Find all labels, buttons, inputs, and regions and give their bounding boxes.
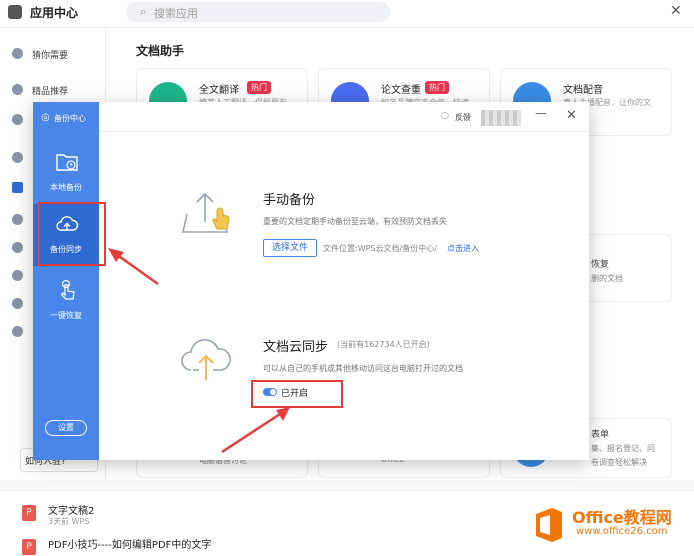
open-location-link[interactable]: 点击进入 (447, 243, 479, 254)
shield-icon (12, 214, 23, 225)
manual-backup-title: 手动备份 (263, 193, 316, 208)
file-location-text: 文件位置:WPS云文档/备份中心/ (323, 244, 437, 253)
cloud-sync-title: 文档云同步 (263, 340, 329, 355)
tool-icon (12, 152, 23, 163)
choose-file-button[interactable]: 选择文件 (263, 239, 317, 257)
card-desc-fragment: 删的文档 (591, 274, 623, 283)
office-logo-icon (536, 508, 562, 542)
heart-icon (12, 48, 23, 59)
card-title: 论文查重 (381, 85, 421, 96)
nav-local-backup[interactable]: 本地备份 (33, 142, 99, 204)
dialog-brand: ◎ 备份中心 (41, 112, 97, 126)
list-item[interactable]: P PDF小技巧----如何编辑PDF中的文字 (22, 535, 422, 556)
more-icon (12, 326, 23, 337)
hot-badge: 热门 (425, 81, 449, 94)
file-name: PDF小技巧----如何编辑PDF中的文字 (48, 540, 212, 551)
cloud-sync-user-count: (当前有162734人已开启) (337, 340, 430, 349)
ring-icon (12, 242, 23, 253)
card-title: 全文翻译 (199, 85, 239, 96)
card-title: 文档配音 (563, 85, 603, 96)
nav-label: 本地备份 (50, 183, 82, 192)
nav-label: 一键恢复 (50, 311, 82, 320)
cloud-sync-desc: 可以从自己的手机或其他移动访问这台电脑打开过的文档 (263, 364, 463, 373)
feedback-label: 反馈 (455, 113, 471, 122)
minimize-button[interactable]: — (535, 106, 547, 120)
cloud-sync-icon (181, 339, 231, 380)
hot-badge: 热门 (247, 81, 271, 94)
wps-doc-icon: P (22, 505, 36, 521)
sidebar-item-featured[interactable]: 精品推荐 (0, 80, 106, 104)
highlight-box-toggle (251, 380, 343, 408)
backup-center-icon: ◎ (41, 112, 50, 123)
search-icon: ⌕ (140, 5, 147, 18)
sidebar-item-guess[interactable]: 猜你需要 (0, 44, 106, 68)
avatar[interactable] (481, 110, 521, 126)
search-placeholder: 搜索应用 (154, 7, 198, 20)
sidebar-item-label: 猜你需要 (32, 51, 69, 61)
manual-backup-desc: 重要的文档定期手动备份至云端，有效预防文档丢失 (263, 217, 447, 226)
flame-icon (12, 114, 23, 125)
card-desc-fragment: 集、报名登记、问 (591, 444, 655, 453)
feedback-button[interactable]: ◌ 反馈 (441, 111, 481, 125)
chat-bubble-icon: ◌ (441, 111, 449, 121)
sidebar-item-label: 精品推荐 (32, 87, 69, 97)
settings-button[interactable]: 设置 (45, 420, 87, 436)
highlight-box-nav (38, 202, 106, 266)
dialog-titlebar: ◌ 反馈 — ✕ (99, 102, 589, 132)
bolt-icon (12, 298, 23, 309)
hand-tap-icon (60, 279, 75, 300)
section-title: 文档助手 (136, 44, 185, 58)
close-button[interactable]: ✕ (566, 108, 577, 123)
watermark: Office教程网 www.office26.com (530, 504, 690, 552)
watermark-brand: Office教程网 (572, 508, 672, 527)
dialog-brand-label: 备份中心 (54, 114, 86, 123)
card-desc-fragment: 卷调查轻松解决 (591, 458, 647, 467)
card-title-fragment: 恢复 (591, 260, 610, 270)
diamond-icon (12, 84, 23, 95)
manual-backup-icon (182, 192, 230, 233)
app-logo-icon (8, 5, 22, 19)
list-item[interactable]: P 文字文稿2 3天前 WPS (22, 501, 422, 531)
app-close-button[interactable]: ✕ (670, 3, 682, 19)
watermark-url: www.office26.com (576, 526, 668, 537)
folder-clock-icon (56, 154, 78, 171)
search-input[interactable]: ⌕ 搜索应用 (126, 2, 390, 22)
briefcase-icon (12, 270, 23, 281)
file-meta: 3天前 WPS (48, 517, 90, 526)
dialog-sidebar: ◎ 备份中心 本地备份 备份同步 一键恢复 设置 (33, 102, 99, 460)
app-title: 应用中心 (30, 6, 79, 20)
card-title-fragment: 表单 (591, 430, 610, 440)
nav-one-click-restore[interactable]: 一键恢复 (33, 270, 99, 332)
doc-icon (12, 182, 23, 193)
pdf-icon: P (22, 539, 36, 555)
app-header: 应用中心 ⌕ 搜索应用 ✕ (0, 0, 694, 28)
file-name: 文字文稿2 (48, 506, 95, 517)
